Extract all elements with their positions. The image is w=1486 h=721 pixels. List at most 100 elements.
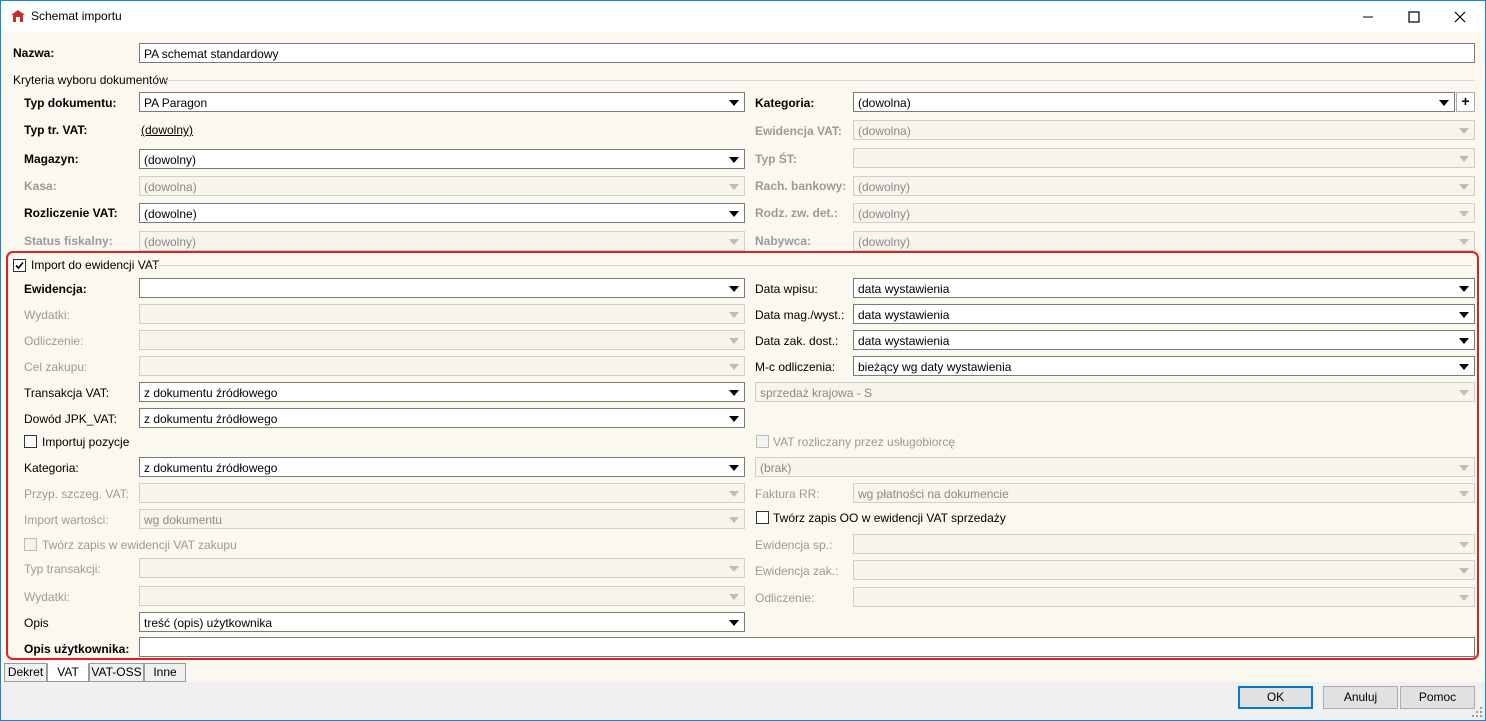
chevron-down-icon: [729, 211, 739, 217]
przyp-szczeg-vat-label: Przyp. szczeg. VAT:: [24, 487, 129, 501]
help-button[interactable]: Pomoc: [1400, 686, 1475, 709]
nabywca-select: (dowolny): [853, 231, 1475, 251]
data-mag-wyst-label: Data mag./wyst.:: [755, 308, 845, 322]
chevron-down-icon: [1459, 286, 1469, 292]
mc-odliczenia-value: bieżący wg daty wystawienia: [858, 360, 1012, 374]
kategoria-label: Kategoria:: [755, 96, 815, 110]
wydatki2-select: [139, 586, 745, 606]
name-input[interactable]: PA schemat standardowy: [139, 43, 1475, 63]
odliczenie2-label: Odliczenie:: [755, 591, 815, 605]
chevron-down-icon: [729, 491, 739, 497]
typ-st-select: [853, 148, 1475, 168]
vat-kategoria-select[interactable]: z dokumentu źródłowego: [139, 457, 745, 477]
rozliczenie-vat-select[interactable]: (dowolne): [139, 203, 745, 223]
wydatki-label: Wydatki:: [24, 308, 70, 322]
opis-value: treść (opis) użytkownika: [144, 616, 273, 630]
import-wartosci-label: Import wartości:: [24, 513, 109, 527]
ewidencja-select[interactable]: [139, 278, 745, 298]
typ-dokumentu-select[interactable]: PA Paragon: [139, 92, 745, 112]
name-value: PA schemat standardowy: [144, 47, 279, 61]
wydatki-select: [139, 304, 745, 324]
mc-odliczenia-select[interactable]: bieżący wg daty wystawienia: [853, 356, 1475, 376]
add-kategoria-button[interactable]: +: [1456, 92, 1475, 112]
criteria-group-divider: [165, 80, 1475, 81]
rozliczenie-vat-value: (dowolne): [144, 207, 197, 221]
chevron-down-icon: [1459, 568, 1469, 574]
chevron-down-icon: [1459, 128, 1469, 134]
tab-vat[interactable]: VAT: [47, 663, 89, 682]
cancel-button[interactable]: Anuluj: [1323, 686, 1398, 709]
dowod-jpk-value: z dokumentu źródłowego: [144, 412, 278, 426]
chevron-down-icon: [729, 566, 739, 572]
chevron-down-icon: [729, 312, 739, 318]
mc-odliczenia-label: M-c odliczenia:: [755, 360, 836, 374]
data-wpisu-select[interactable]: data wystawienia: [853, 278, 1475, 298]
chevron-down-icon: [729, 390, 739, 396]
magazyn-select[interactable]: (dowolny): [139, 149, 745, 169]
resize-grip-icon[interactable]: [1471, 706, 1483, 718]
rozliczenie-vat-label: Rozliczenie VAT:: [24, 206, 118, 220]
tab-inne[interactable]: Inne: [144, 663, 186, 682]
typ-tr-vat-link[interactable]: (dowolny): [141, 123, 193, 137]
chevron-down-icon: [729, 184, 739, 190]
typ-dokumentu-value: PA Paragon: [144, 96, 208, 110]
cel-zakupu-select: [139, 356, 745, 376]
chevron-down-icon: [729, 157, 739, 163]
window-title: Schemat importu: [31, 9, 122, 23]
ewidencja-vat-value: (dowolna): [858, 124, 911, 138]
rodz-zw-det-value: (dowolny): [858, 207, 911, 221]
chevron-down-icon: [729, 364, 739, 370]
brak-select: (brak): [755, 457, 1475, 477]
rodz-zw-det-label: Rodz. zw. det.:: [755, 206, 838, 220]
ewidencja-sp-label: Ewidencja sp.:: [755, 538, 833, 552]
chevron-down-icon: [1459, 211, 1469, 217]
magazyn-value: (dowolny): [144, 153, 197, 167]
opis-select[interactable]: treść (opis) użytkownika: [139, 612, 745, 632]
chevron-down-icon: [729, 100, 739, 106]
minimize-button[interactable]: [1345, 1, 1391, 32]
ok-button[interactable]: OK: [1238, 686, 1313, 709]
typ-transakcji-label: Typ transakcji:: [24, 562, 101, 576]
vat-uslugobiorca-checkbox: [756, 435, 769, 448]
odliczenie-label: Odliczenie:: [24, 334, 84, 348]
data-zak-dost-value: data wystawienia: [858, 334, 950, 348]
ewidencja-vat-select: (dowolna): [853, 120, 1475, 140]
chevron-down-icon: [729, 239, 739, 245]
opis-uzytkownika-label: Opis użytkownika:: [24, 642, 130, 656]
import-wartosci-value: wg dokumentu: [144, 513, 223, 527]
przyp-szczeg-vat-select: [139, 483, 745, 503]
chevron-down-icon: [729, 286, 739, 292]
data-zak-dost-select[interactable]: data wystawienia: [853, 330, 1475, 350]
status-fiskalny-label: Status fiskalny:: [24, 234, 113, 248]
wydatki2-label: Wydatki:: [24, 590, 70, 604]
typ-transakcji-select: [139, 558, 745, 578]
tworz-zapis-zakupu-label: Twórz zapis w ewidencji VAT zakupu: [42, 538, 237, 552]
chevron-down-icon: [729, 416, 739, 422]
close-icon: [1454, 11, 1466, 23]
data-mag-wyst-select[interactable]: data wystawienia: [853, 304, 1475, 324]
data-wpisu-label: Data wpisu:: [755, 282, 818, 296]
status-fiskalny-value: (dowolny): [144, 235, 197, 249]
transakcja-vat-label: Transakcja VAT:: [24, 386, 110, 400]
transakcja-vat-select[interactable]: z dokumentu źródłowego: [139, 382, 745, 402]
importuj-pozycje-checkbox[interactable]: [24, 435, 37, 448]
ewidencja-vat-label: Ewidencja VAT:: [755, 124, 842, 138]
kasa-select: (dowolna): [139, 176, 745, 196]
import-vat-checkbox[interactable]: [13, 259, 26, 272]
tworz-zapis-oo-checkbox[interactable]: [756, 511, 769, 524]
transakcja-vat-value: z dokumentu źródłowego: [144, 386, 278, 400]
odliczenie-select: [139, 330, 745, 350]
typ-tr-vat-label: Typ tr. VAT:: [24, 123, 88, 137]
status-fiskalny-select: (dowolny): [139, 231, 745, 251]
vat-kategoria-value: z dokumentu źródłowego: [144, 461, 278, 475]
maximize-button[interactable]: [1391, 1, 1437, 32]
tab-dekret[interactable]: Dekret: [4, 663, 47, 682]
opis-uzytkownika-input[interactable]: [139, 637, 1475, 657]
dowod-jpk-select[interactable]: z dokumentu źródłowego: [139, 408, 745, 428]
tab-vat-oss[interactable]: VAT-OSS: [89, 663, 144, 682]
chevron-down-icon: [729, 517, 739, 523]
magazyn-label: Magazyn:: [24, 152, 79, 166]
close-button[interactable]: [1437, 1, 1483, 32]
kategoria-select[interactable]: (dowolna): [853, 92, 1455, 112]
opis-label: Opis: [24, 616, 49, 630]
